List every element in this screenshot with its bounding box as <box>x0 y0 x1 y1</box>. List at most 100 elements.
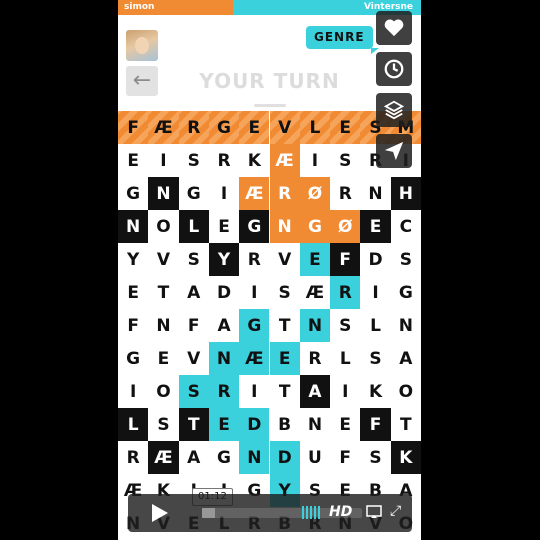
grid-cell[interactable]: T <box>270 309 300 342</box>
grid-cell[interactable]: G <box>179 177 209 210</box>
genre-button[interactable]: GENRE <box>306 26 379 54</box>
grid-cell[interactable]: E <box>208 408 240 441</box>
grid-cell[interactable]: N <box>299 309 331 342</box>
grid-cell[interactable]: G <box>391 276 421 309</box>
grid-cell[interactable]: T <box>148 276 178 309</box>
grid-cell[interactable]: N <box>300 408 330 441</box>
like-button[interactable] <box>376 11 412 45</box>
grid-cell[interactable]: Æ <box>148 441 179 474</box>
grid-cell[interactable]: N <box>208 342 240 375</box>
grid-cell[interactable]: D <box>269 441 300 474</box>
watch-later-button[interactable] <box>376 52 412 86</box>
grid-cell[interactable]: G <box>239 309 270 342</box>
grid-cell[interactable]: E <box>330 111 361 144</box>
grid-cell[interactable]: Æ <box>239 177 270 210</box>
grid-cell[interactable]: E <box>239 111 270 144</box>
grid-cell[interactable]: F <box>330 243 361 276</box>
grid-cell[interactable]: N <box>391 309 421 342</box>
avatar[interactable] <box>126 30 158 61</box>
grid-cell[interactable]: G <box>299 210 331 243</box>
grid-cell[interactable]: N <box>148 309 178 342</box>
grid-cell[interactable]: V <box>269 111 300 144</box>
grid-cell[interactable]: S <box>179 144 209 177</box>
grid-cell[interactable]: I <box>239 375 269 408</box>
grid-cell[interactable]: Æ <box>300 276 330 309</box>
grid-cell[interactable]: O <box>148 375 178 408</box>
grid-cell[interactable]: L <box>118 408 149 441</box>
grid-cell[interactable]: V <box>270 243 300 276</box>
grid-cell[interactable]: K <box>360 375 390 408</box>
grid-cell[interactable]: L <box>330 342 360 375</box>
grid-cell[interactable]: I <box>330 375 360 408</box>
grid-cell[interactable]: A <box>209 309 239 342</box>
grid-cell[interactable]: L <box>178 210 209 243</box>
grid-cell[interactable]: I <box>118 375 148 408</box>
grid-cell[interactable]: G <box>118 177 148 210</box>
grid-cell[interactable]: Æ <box>269 144 300 177</box>
collections-button[interactable] <box>376 93 412 127</box>
grid-cell[interactable]: A <box>179 276 209 309</box>
grid-cell[interactable]: S <box>178 375 209 408</box>
grid-cell[interactable]: O <box>148 210 178 243</box>
grid-cell[interactable]: K <box>239 144 269 177</box>
share-button[interactable] <box>376 134 412 168</box>
volume-control[interactable] <box>302 506 320 519</box>
grid-cell[interactable]: H <box>390 177 421 210</box>
grid-cell[interactable]: D <box>209 276 239 309</box>
grid-cell[interactable]: E <box>330 408 360 441</box>
grid-cell[interactable]: R <box>300 342 330 375</box>
grid-cell[interactable]: R <box>330 177 360 210</box>
grid-cell[interactable]: R <box>178 111 209 144</box>
grid-cell[interactable]: F <box>118 309 148 342</box>
grid-cell[interactable]: F <box>360 408 391 441</box>
grid-cell[interactable]: F <box>179 309 209 342</box>
grid-cell[interactable]: R <box>118 441 148 474</box>
grid-cell[interactable]: A <box>179 441 209 474</box>
grid-cell[interactable]: E <box>118 144 148 177</box>
grid-cell[interactable]: Æ <box>148 111 179 144</box>
grid-cell[interactable]: C <box>391 210 421 243</box>
grid-cell[interactable]: E <box>299 243 331 276</box>
grid-cell[interactable]: I <box>360 276 390 309</box>
grid-cell[interactable]: E <box>148 342 178 375</box>
grid-cell[interactable]: D <box>360 243 390 276</box>
grid-cell[interactable]: E <box>118 276 148 309</box>
grid-cell[interactable]: Æ <box>239 342 270 375</box>
grid-cell[interactable]: A <box>299 375 331 408</box>
grid-cell[interactable]: R <box>208 375 240 408</box>
grid-cell[interactable]: Y <box>118 243 148 276</box>
grid-cell[interactable]: L <box>299 111 331 144</box>
grid-cell[interactable]: F <box>330 441 360 474</box>
grid-cell[interactable]: N <box>239 441 270 474</box>
fullscreen-button[interactable]: ⤢ <box>390 503 401 519</box>
grid-cell[interactable]: R <box>239 243 269 276</box>
grid-cell[interactable]: S <box>179 243 209 276</box>
grid-cell[interactable]: N <box>269 210 300 243</box>
grid-cell[interactable]: G <box>208 111 240 144</box>
cast-icon[interactable] <box>366 505 382 519</box>
grid-cell[interactable]: G <box>118 342 148 375</box>
grid-cell[interactable]: U <box>300 441 330 474</box>
grid-cell[interactable]: E <box>209 210 239 243</box>
grid-cell[interactable]: I <box>300 144 330 177</box>
grid-cell[interactable]: K <box>390 441 421 474</box>
grid-cell[interactable]: S <box>270 276 300 309</box>
grid-cell[interactable]: T <box>270 375 300 408</box>
grid-cell[interactable]: G <box>239 210 270 243</box>
grid-cell[interactable]: I <box>209 177 239 210</box>
grid-cell[interactable]: O <box>391 375 421 408</box>
grid-cell[interactable]: D <box>239 408 270 441</box>
grid-cell[interactable]: T <box>391 408 421 441</box>
grid-cell[interactable]: L <box>360 309 390 342</box>
grid-cell[interactable]: Ø <box>299 177 331 210</box>
grid-cell[interactable]: R <box>209 144 239 177</box>
grid-cell[interactable]: S <box>391 243 421 276</box>
grid-cell[interactable]: S <box>330 309 360 342</box>
grid-cell[interactable]: B <box>270 408 300 441</box>
grid-cell[interactable]: R <box>330 276 361 309</box>
grid-cell[interactable]: T <box>178 408 209 441</box>
play-button[interactable] <box>128 494 192 532</box>
grid-cell[interactable]: S <box>330 144 360 177</box>
grid-cell[interactable]: N <box>360 177 390 210</box>
grid-cell[interactable]: S <box>148 408 178 441</box>
